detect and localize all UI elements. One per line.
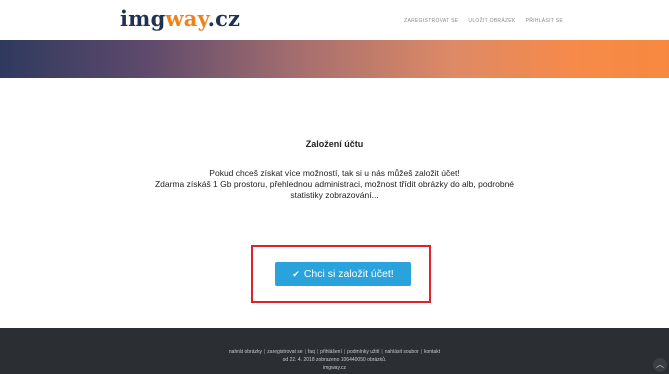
footer: nahrát obrázky | zaregistrovat se | faq | přih… — [0, 328, 669, 374]
description-line-1: Pokud chceš získat více možností, tak si… — [209, 168, 460, 178]
scroll-to-top-button[interactable]: ︿ — [653, 358, 667, 372]
footer-separator: | — [316, 349, 319, 355]
footer-separator: | — [420, 349, 422, 355]
top-nav: ZAREGISTROVAT SE ULOŽIT OBRÁZEK PŘIHLÁSI… — [404, 18, 563, 24]
description-line-2: Zdarma získáš 1 Gb prostoru, přehlednou … — [154, 179, 515, 189]
footer-link-upload[interactable]: nahrát obrázky — [229, 349, 262, 355]
check-icon: ✔ — [292, 268, 300, 279]
account-description: Pokud chceš získat více možností, tak si… — [0, 168, 669, 201]
logo-text-img: img — [120, 6, 166, 31]
footer-separator: | — [381, 349, 383, 355]
nav-login-link[interactable]: PŘIHLÁSIT SE — [526, 18, 563, 24]
footer-link-login[interactable]: přihlášení — [320, 349, 342, 355]
footer-link-contact[interactable]: kontakt — [424, 349, 440, 355]
top-bar: imgway.cz ZAREGISTROVAT SE ULOŽIT OBRÁZE… — [0, 0, 669, 40]
logo-text-tld: .cz — [207, 6, 241, 31]
chevron-up-icon: ︿ — [656, 360, 664, 369]
footer-separator: | — [343, 349, 346, 355]
page-title: Založení účtu — [305, 139, 364, 149]
header-banner — [0, 40, 669, 78]
logo-text-way: way — [165, 6, 208, 31]
footer-separator: | — [263, 349, 266, 355]
create-account-label: Chci si založit účet! — [303, 268, 394, 280]
footer-links: nahrát obrázky | zaregistrovat se | faq | přih… — [0, 348, 669, 356]
create-account-button[interactable]: ✔ Chci si založit účet! — [275, 262, 411, 286]
nav-upload-link[interactable]: ULOŽIT OBRÁZEK — [468, 18, 515, 24]
footer-link-terms[interactable]: podmínky užití — [347, 349, 379, 355]
footer-site-name: imgway.cz — [323, 365, 346, 371]
footer-link-report[interactable]: nahlásit soubor — [385, 349, 419, 355]
footer-separator: | — [304, 349, 306, 355]
description-line-3: statistiky zobrazování... — [290, 190, 379, 200]
footer-stats: od 22. 4. 2018 zobrazeno 106440050 obráz… — [282, 357, 387, 363]
footer-link-register[interactable]: zaregistrovat se — [267, 349, 302, 355]
footer-link-faq[interactable]: faq — [308, 349, 315, 355]
site-logo[interactable]: imgway.cz — [120, 6, 240, 31]
nav-register-link[interactable]: ZAREGISTROVAT SE — [404, 18, 458, 24]
